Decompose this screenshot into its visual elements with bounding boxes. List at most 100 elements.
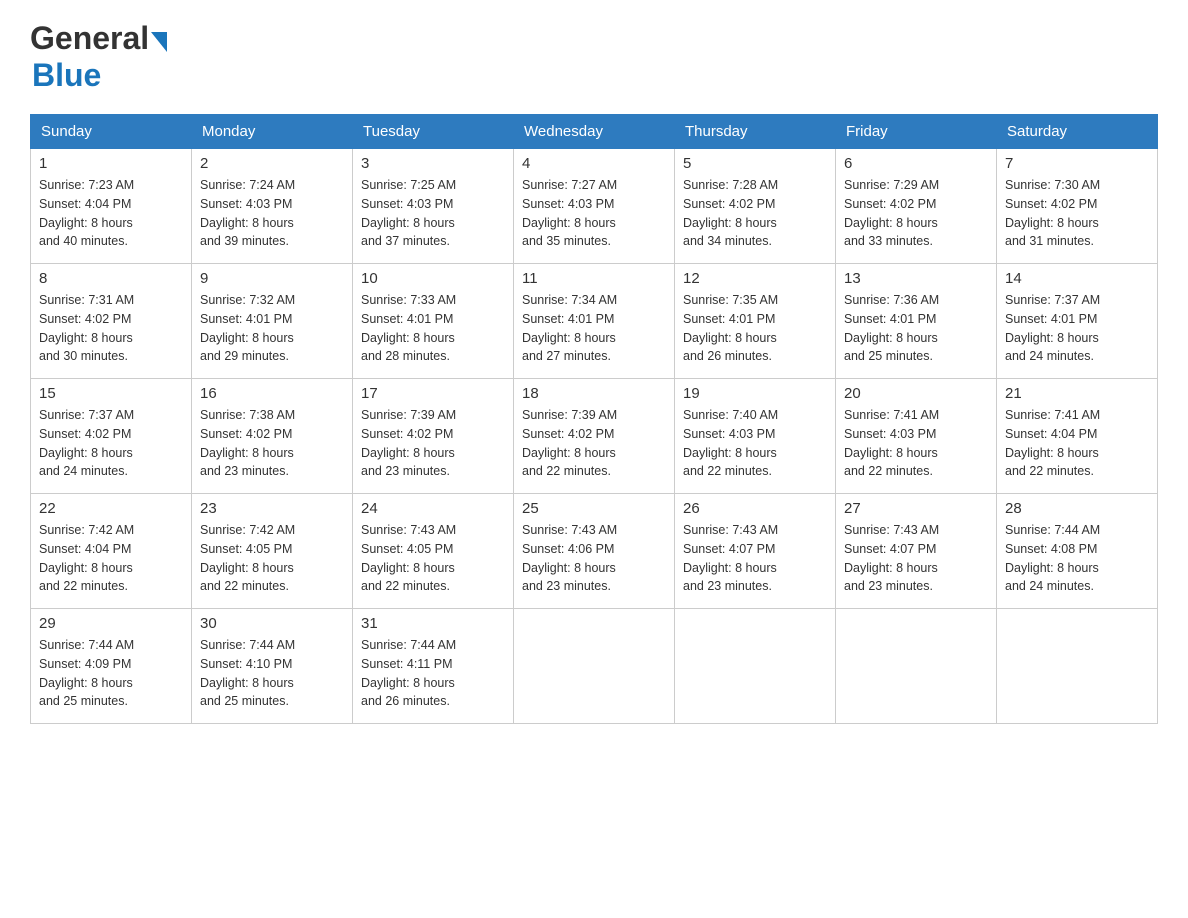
day-info: Sunrise: 7:43 AMSunset: 4:05 PMDaylight:… (361, 521, 505, 596)
day-number: 31 (361, 615, 505, 632)
day-info: Sunrise: 7:39 AMSunset: 4:02 PMDaylight:… (522, 406, 666, 481)
logo-arrow-icon (151, 32, 167, 52)
calendar-header-row: SundayMondayTuesdayWednesdayThursdayFrid… (31, 115, 1158, 149)
day-number: 27 (844, 500, 988, 517)
calendar-cell: 3Sunrise: 7:25 AMSunset: 4:03 PMDaylight… (353, 149, 514, 264)
day-info: Sunrise: 7:41 AMSunset: 4:04 PMDaylight:… (1005, 406, 1149, 481)
calendar-cell: 9Sunrise: 7:32 AMSunset: 4:01 PMDaylight… (192, 264, 353, 379)
day-number: 7 (1005, 155, 1149, 172)
day-info: Sunrise: 7:37 AMSunset: 4:02 PMDaylight:… (39, 406, 183, 481)
header-monday: Monday (192, 115, 353, 149)
day-info: Sunrise: 7:44 AMSunset: 4:08 PMDaylight:… (1005, 521, 1149, 596)
day-info: Sunrise: 7:44 AMSunset: 4:10 PMDaylight:… (200, 636, 344, 711)
header-saturday: Saturday (997, 115, 1158, 149)
calendar-week-row: 1 Sunrise: 7:23 AMSunset: 4:04 PMDaylight… (31, 149, 1158, 264)
day-info: Sunrise: 7:27 AMSunset: 4:03 PMDaylight:… (522, 176, 666, 251)
day-number: 8 (39, 270, 183, 287)
calendar-cell: 4 Sunrise: 7:27 AMSunset: 4:03 PMDaylight… (514, 149, 675, 264)
calendar-cell: 29Sunrise: 7:44 AMSunset: 4:09 PMDayligh… (31, 609, 192, 724)
calendar-cell: 30 Sunrise: 7:44 AMSunset: 4:10 PMDayligh… (192, 609, 353, 724)
day-number: 19 (683, 385, 827, 402)
day-number: 5 (683, 155, 827, 172)
calendar-week-row: 29Sunrise: 7:44 AMSunset: 4:09 PMDayligh… (31, 609, 1158, 724)
day-info: Sunrise: 7:42 AMSunset: 4:04 PMDaylight:… (39, 521, 183, 596)
day-number: 10 (361, 270, 505, 287)
calendar-cell: 1 Sunrise: 7:23 AMSunset: 4:04 PMDaylight… (31, 149, 192, 264)
calendar-cell: 10 Sunrise: 7:33 AMSunset: 4:01 PMDayligh… (353, 264, 514, 379)
calendar-cell: 13 Sunrise: 7:36 AMSunset: 4:01 PMDayligh… (836, 264, 997, 379)
day-number: 13 (844, 270, 988, 287)
calendar-cell: 31 Sunrise: 7:44 AMSunset: 4:11 PMDayligh… (353, 609, 514, 724)
calendar-cell: 14 Sunrise: 7:37 AMSunset: 4:01 PMDayligh… (997, 264, 1158, 379)
day-info: Sunrise: 7:23 AMSunset: 4:04 PMDaylight:… (39, 176, 183, 251)
calendar-cell: 26 Sunrise: 7:43 AMSunset: 4:07 PMDayligh… (675, 494, 836, 609)
calendar-cell: 5Sunrise: 7:28 AMSunset: 4:02 PMDaylight… (675, 149, 836, 264)
header: General Blue (30, 20, 1158, 94)
day-info: Sunrise: 7:30 AMSunset: 4:02 PMDaylight:… (1005, 176, 1149, 251)
calendar-cell (675, 609, 836, 724)
calendar-week-row: 15 Sunrise: 7:37 AMSunset: 4:02 PMDayligh… (31, 379, 1158, 494)
calendar-cell: 22 Sunrise: 7:42 AMSunset: 4:04 PMDayligh… (31, 494, 192, 609)
day-number: 4 (522, 155, 666, 172)
day-number: 28 (1005, 500, 1149, 517)
day-number: 18 (522, 385, 666, 402)
calendar-cell: 11Sunrise: 7:34 AMSunset: 4:01 PMDayligh… (514, 264, 675, 379)
day-info: Sunrise: 7:33 AMSunset: 4:01 PMDaylight:… (361, 291, 505, 366)
day-number: 23 (200, 500, 344, 517)
day-info: Sunrise: 7:40 AMSunset: 4:03 PMDaylight:… (683, 406, 827, 481)
day-number: 21 (1005, 385, 1149, 402)
day-number: 24 (361, 500, 505, 517)
calendar-cell (514, 609, 675, 724)
header-tuesday: Tuesday (353, 115, 514, 149)
day-info: Sunrise: 7:32 AMSunset: 4:01 PMDaylight:… (200, 291, 344, 366)
calendar-cell: 19 Sunrise: 7:40 AMSunset: 4:03 PMDayligh… (675, 379, 836, 494)
day-info: Sunrise: 7:31 AMSunset: 4:02 PMDaylight:… (39, 291, 183, 366)
calendar-cell: 15 Sunrise: 7:37 AMSunset: 4:02 PMDayligh… (31, 379, 192, 494)
calendar-cell: 18 Sunrise: 7:39 AMSunset: 4:02 PMDayligh… (514, 379, 675, 494)
header-wednesday: Wednesday (514, 115, 675, 149)
day-info: Sunrise: 7:44 AMSunset: 4:09 PMDaylight:… (39, 636, 183, 711)
logo-blue: Blue (32, 57, 101, 93)
day-info: Sunrise: 7:43 AMSunset: 4:07 PMDaylight:… (683, 521, 827, 596)
calendar-week-row: 8 Sunrise: 7:31 AMSunset: 4:02 PMDaylight… (31, 264, 1158, 379)
calendar-cell: 8 Sunrise: 7:31 AMSunset: 4:02 PMDaylight… (31, 264, 192, 379)
day-info: Sunrise: 7:42 AMSunset: 4:05 PMDaylight:… (200, 521, 344, 596)
day-number: 12 (683, 270, 827, 287)
day-info: Sunrise: 7:43 AMSunset: 4:06 PMDaylight:… (522, 521, 666, 596)
day-info: Sunrise: 7:41 AMSunset: 4:03 PMDaylight:… (844, 406, 988, 481)
calendar-cell: 6 Sunrise: 7:29 AMSunset: 4:02 PMDaylight… (836, 149, 997, 264)
day-number: 2 (200, 155, 344, 172)
calendar-cell: 7 Sunrise: 7:30 AMSunset: 4:02 PMDaylight… (997, 149, 1158, 264)
day-number: 20 (844, 385, 988, 402)
day-info: Sunrise: 7:43 AMSunset: 4:07 PMDaylight:… (844, 521, 988, 596)
header-sunday: Sunday (31, 115, 192, 149)
day-number: 25 (522, 500, 666, 517)
day-number: 15 (39, 385, 183, 402)
day-info: Sunrise: 7:44 AMSunset: 4:11 PMDaylight:… (361, 636, 505, 711)
day-info: Sunrise: 7:37 AMSunset: 4:01 PMDaylight:… (1005, 291, 1149, 366)
calendar-cell: 17Sunrise: 7:39 AMSunset: 4:02 PMDayligh… (353, 379, 514, 494)
calendar-cell: 23 Sunrise: 7:42 AMSunset: 4:05 PMDayligh… (192, 494, 353, 609)
logo: General Blue (30, 20, 167, 94)
calendar-table: SundayMondayTuesdayWednesdayThursdayFrid… (30, 114, 1158, 724)
day-info: Sunrise: 7:35 AMSunset: 4:01 PMDaylight:… (683, 291, 827, 366)
header-friday: Friday (836, 115, 997, 149)
header-thursday: Thursday (675, 115, 836, 149)
day-number: 26 (683, 500, 827, 517)
day-info: Sunrise: 7:29 AMSunset: 4:02 PMDaylight:… (844, 176, 988, 251)
day-info: Sunrise: 7:36 AMSunset: 4:01 PMDaylight:… (844, 291, 988, 366)
day-number: 1 (39, 155, 183, 172)
day-info: Sunrise: 7:24 AMSunset: 4:03 PMDaylight:… (200, 176, 344, 251)
calendar-week-row: 22 Sunrise: 7:42 AMSunset: 4:04 PMDayligh… (31, 494, 1158, 609)
calendar-cell: 28 Sunrise: 7:44 AMSunset: 4:08 PMDayligh… (997, 494, 1158, 609)
day-number: 22 (39, 500, 183, 517)
day-number: 6 (844, 155, 988, 172)
day-number: 30 (200, 615, 344, 632)
calendar-cell: 25 Sunrise: 7:43 AMSunset: 4:06 PMDayligh… (514, 494, 675, 609)
day-info: Sunrise: 7:25 AMSunset: 4:03 PMDaylight:… (361, 176, 505, 251)
logo-general: General (30, 20, 149, 57)
day-number: 14 (1005, 270, 1149, 287)
day-number: 17 (361, 385, 505, 402)
calendar-cell: 27 Sunrise: 7:43 AMSunset: 4:07 PMDayligh… (836, 494, 997, 609)
calendar-cell (836, 609, 997, 724)
